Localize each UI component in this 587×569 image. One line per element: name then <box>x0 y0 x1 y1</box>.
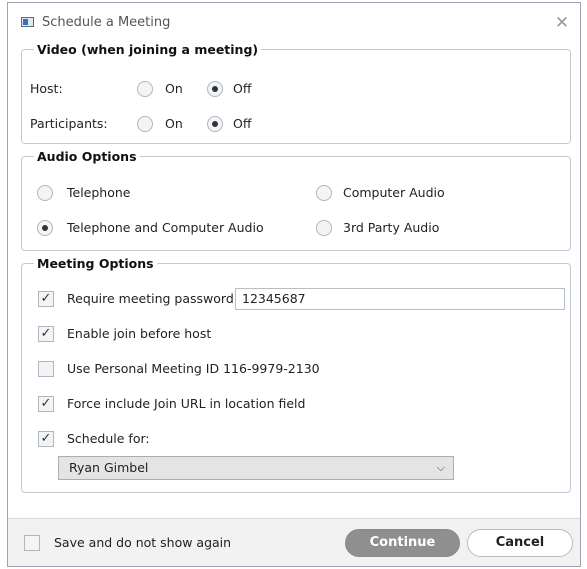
participants-on-radio[interactable] <box>137 116 153 132</box>
participants-on-label[interactable]: On <box>165 116 183 131</box>
audio-telephone-radio[interactable] <box>37 185 53 201</box>
personal-meeting-id-checkbox[interactable] <box>38 361 54 377</box>
schedule-for-checkbox[interactable]: ✓ <box>38 431 54 447</box>
video-group-legend: Video (when joining a meeting) <box>37 42 259 57</box>
password-input[interactable]: 12345687 <box>235 288 565 310</box>
chevron-down-icon: ⌵ <box>436 461 445 474</box>
host-on-label[interactable]: On <box>165 81 183 96</box>
audio-computer-label[interactable]: Computer Audio <box>343 185 445 200</box>
force-join-url-checkbox[interactable]: ✓ <box>38 396 54 412</box>
meeting-options-legend: Meeting Options <box>37 256 154 271</box>
audio-third-party-label[interactable]: 3rd Party Audio <box>343 220 439 235</box>
audio-group: Audio Options <box>21 149 571 251</box>
app-window-icon <box>21 17 34 27</box>
dont-show-again-label[interactable]: Save and do not show again <box>54 535 231 550</box>
continue-button[interactable]: Continue <box>345 529 460 557</box>
schedule-for-label[interactable]: Schedule for: <box>67 431 150 446</box>
join-before-host-checkbox[interactable]: ✓ <box>38 326 54 342</box>
host-off-label[interactable]: Off <box>233 81 251 96</box>
audio-telephone-and-computer-label[interactable]: Telephone and Computer Audio <box>67 220 264 235</box>
cancel-button[interactable]: Cancel <box>467 529 573 557</box>
force-join-url-label[interactable]: Force include Join URL in location field <box>67 396 305 411</box>
host-on-radio[interactable] <box>137 81 153 97</box>
close-button[interactable]: ✕ <box>544 9 580 37</box>
personal-meeting-id-label[interactable]: Use Personal Meeting ID 116-9979-2130 <box>67 361 320 376</box>
audio-third-party-radio[interactable] <box>316 220 332 236</box>
participants-label: Participants: <box>30 116 108 131</box>
dont-show-again-checkbox[interactable] <box>24 535 40 551</box>
join-before-host-label[interactable]: Enable join before host <box>67 326 211 341</box>
host-off-radio[interactable] <box>207 81 223 97</box>
host-label: Host: <box>30 81 63 96</box>
audio-group-legend: Audio Options <box>37 149 137 164</box>
dialog-footer: Save and do not show again Continue Canc… <box>8 518 580 566</box>
schedule-for-value: Ryan Gimbel <box>69 460 149 475</box>
audio-computer-radio[interactable] <box>316 185 332 201</box>
participants-off-radio[interactable] <box>207 116 223 132</box>
title-bar: Schedule a Meeting ✕ <box>8 3 580 43</box>
schedule-for-dropdown[interactable]: Ryan Gimbel ⌵ <box>58 456 454 480</box>
audio-telephone-label[interactable]: Telephone <box>67 185 130 200</box>
require-password-checkbox[interactable]: ✓ <box>38 291 54 307</box>
audio-telephone-and-computer-radio[interactable] <box>37 220 53 236</box>
participants-off-label[interactable]: Off <box>233 116 251 131</box>
dialog-title: Schedule a Meeting <box>42 15 171 30</box>
schedule-meeting-dialog: Schedule a Meeting ✕ Video (when joining… <box>7 2 581 567</box>
require-password-label[interactable]: Require meeting password <box>67 291 234 306</box>
